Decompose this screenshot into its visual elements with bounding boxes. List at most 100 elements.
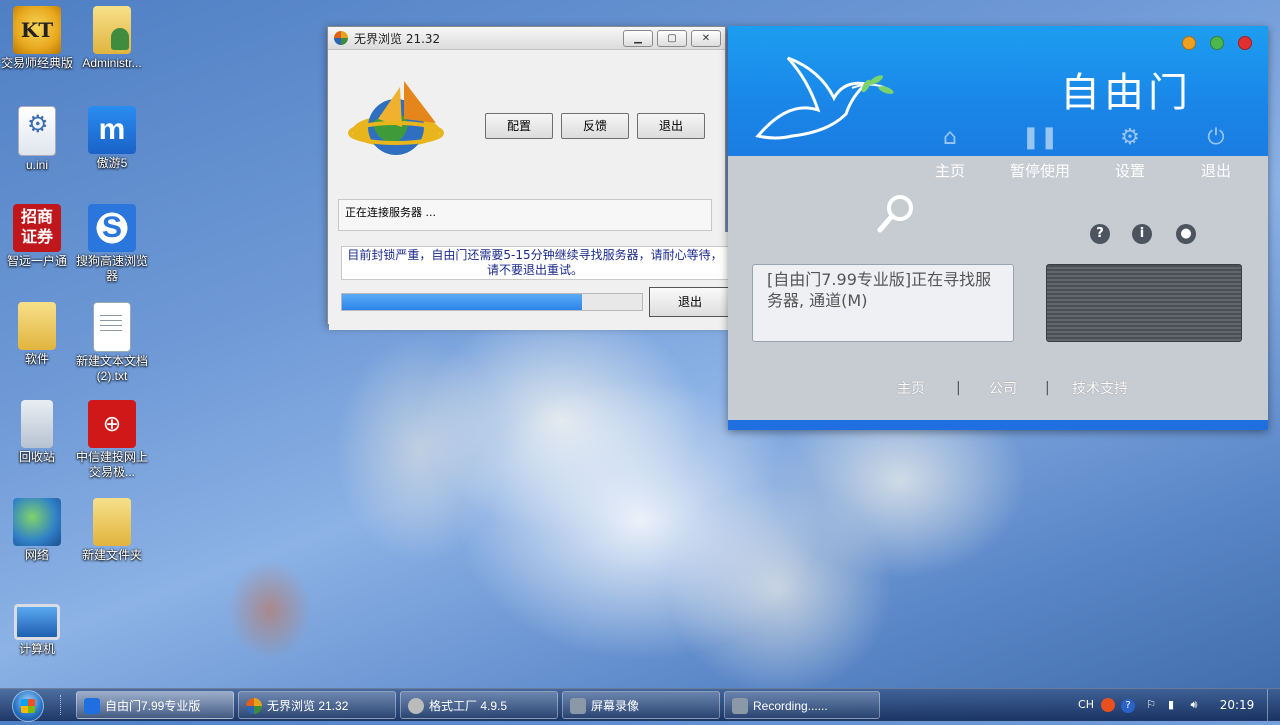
desktop-icon-administrator[interactable]: Administr... bbox=[76, 6, 148, 71]
ultrasurf-task-icon bbox=[246, 698, 262, 714]
desktop-icon-text-file[interactable]: 新建文本文档 (2).txt bbox=[76, 302, 148, 384]
feedback-button[interactable]: 反馈 bbox=[561, 113, 629, 139]
desktop-icon-network[interactable]: 网络 bbox=[1, 498, 73, 563]
desktop-icon-label: u.ini bbox=[25, 158, 48, 172]
task-screen-recorder[interactable]: 屏幕录像 bbox=[562, 691, 720, 719]
freegate-header[interactable]: 自由门 ⌂ ❚❚ ⚙ ⏻ bbox=[728, 26, 1268, 156]
nav-exit[interactable]: ⏻ bbox=[1176, 124, 1256, 152]
settings-file-icon bbox=[18, 106, 56, 156]
ultrasurf-app-icon bbox=[334, 31, 348, 45]
desktop-icon-label: 计算机 bbox=[18, 642, 55, 656]
maximize-button[interactable]: ▢ bbox=[657, 30, 687, 47]
folder-icon bbox=[18, 302, 56, 350]
task-label: 自由门7.99专业版 bbox=[105, 699, 201, 713]
desktop-icon-label: Administr... bbox=[82, 56, 142, 70]
help-tray-icon[interactable]: ? bbox=[1120, 689, 1136, 721]
recycle-bin-icon bbox=[21, 400, 53, 448]
desktop-icon-label: 中信建投网上交易极... bbox=[76, 450, 149, 479]
desktop-icon-label: 新建文件夹 bbox=[81, 548, 142, 562]
desktop-icon-label: 回收站 bbox=[18, 450, 55, 464]
ultrasurf-logo bbox=[348, 81, 444, 155]
cms-securities-icon: 招商 证券 bbox=[13, 204, 61, 252]
desktop-icon-computer[interactable]: 计算机 bbox=[1, 596, 73, 657]
status-message: [自由门7.99专业版]正在寻找服务器, 通道(M) bbox=[752, 264, 1014, 342]
desktop-icon-maxthon[interactable]: m 傲游5 bbox=[76, 106, 148, 171]
sogou-browser-icon: S bbox=[88, 204, 136, 252]
desktop-icon-new-folder[interactable]: 新建文件夹 bbox=[76, 498, 148, 563]
desktop-icon-cms[interactable]: 招商 证券 智远一户通 bbox=[1, 204, 73, 269]
footer-separator: | bbox=[956, 380, 961, 396]
start-button[interactable] bbox=[8, 689, 48, 722]
nav-settings-label[interactable]: 设置 bbox=[1090, 160, 1170, 181]
desktop-icon-label: 智远一户通 bbox=[6, 254, 67, 268]
freegate-title: 自由门 bbox=[1060, 70, 1192, 116]
minimize-dot-button[interactable] bbox=[1182, 36, 1196, 50]
task-freegate[interactable]: 自由门7.99专业版 bbox=[76, 691, 234, 719]
notice-panel: 目前封锁严重，自由门还需要5-15分钟继续寻找服务器，请耐心等待，请不要退出重试… bbox=[329, 232, 744, 330]
citic-icon: ⊕ bbox=[88, 400, 136, 448]
clock[interactable]: 20:19 bbox=[1212, 689, 1262, 721]
task-recording[interactable]: Recording...... bbox=[724, 691, 880, 719]
footer-company-link[interactable]: 公司 bbox=[989, 378, 1017, 398]
desktop-icon-label: 网络 bbox=[24, 548, 49, 562]
connection-status: 正在连接服务器 ... bbox=[338, 199, 712, 231]
task-ultrasurf[interactable]: 无界浏览 21.32 bbox=[238, 691, 396, 719]
nav-home-label[interactable]: 主页 bbox=[910, 160, 990, 181]
nav-home[interactable]: ⌂ bbox=[910, 124, 990, 152]
desktop-icon-recycle-bin[interactable]: 回收站 bbox=[1, 400, 73, 465]
task-format-factory[interactable]: 格式工厂 4.9.5 bbox=[400, 691, 558, 719]
progress-fill bbox=[342, 294, 582, 310]
volume-icon[interactable]: 🔊︎ bbox=[1186, 689, 1202, 721]
quit-button[interactable]: 退出 bbox=[637, 113, 705, 139]
restore-dot-button[interactable] bbox=[1210, 36, 1224, 50]
config-button[interactable]: 配置 bbox=[485, 113, 553, 139]
screen-recorder-task-icon bbox=[570, 698, 586, 714]
desktop-icon-label: 交易师经典版 bbox=[1, 56, 74, 70]
task-label: 格式工厂 4.9.5 bbox=[429, 699, 508, 713]
freegate-window: 自由门 ⌂ ❚❚ ⚙ ⏻ 主页 暂停使用 设置 退出 ? i ● [自由门7.9… bbox=[728, 26, 1268, 430]
footer-separator: | bbox=[1045, 380, 1050, 396]
task-label: Recording...... bbox=[753, 699, 828, 713]
desktop-icon-kt-trader[interactable]: KT 交易师经典版 bbox=[1, 6, 73, 71]
recording-task-icon bbox=[732, 698, 748, 714]
task-label: 屏幕录像 bbox=[591, 699, 640, 713]
nav-pause-label[interactable]: 暂停使用 bbox=[1000, 160, 1080, 181]
nav-exit-label[interactable]: 退出 bbox=[1176, 160, 1256, 181]
show-desktop-button[interactable] bbox=[1267, 689, 1280, 721]
help-icon[interactable]: ? bbox=[1090, 224, 1110, 244]
taskbar: 自由门7.99专业版 无界浏览 21.32 格式工厂 4.9.5 屏幕录像 Re… bbox=[0, 688, 1280, 722]
sogou-ime-icon[interactable] bbox=[1100, 689, 1116, 721]
nav-pause[interactable]: ❚❚ bbox=[1000, 124, 1080, 152]
network-icon bbox=[13, 498, 61, 546]
task-label: 无界浏览 21.32 bbox=[267, 699, 349, 713]
desktop-icon-label: 软件 bbox=[24, 352, 49, 366]
info-icon[interactable]: i bbox=[1132, 224, 1152, 244]
desktop-icon-sogou[interactable]: S 搜狗高速浏览器 bbox=[76, 204, 148, 284]
quit-connection-button[interactable]: 退出 bbox=[649, 287, 731, 317]
ultrasurf-titlebar[interactable]: 无界浏览 21.32 ▁ ▢ ✕ bbox=[328, 27, 725, 50]
kt-app-icon: KT bbox=[13, 6, 61, 54]
dove-logo bbox=[755, 56, 894, 140]
status-screen bbox=[1046, 264, 1242, 342]
nav-label-row: 主页 暂停使用 设置 退出 bbox=[728, 156, 1268, 186]
desktop-icon-u-ini[interactable]: u.ini bbox=[1, 106, 73, 173]
network-tray-icon[interactable]: ▮ bbox=[1164, 689, 1178, 721]
desktop-icon-software-folder[interactable]: 软件 bbox=[1, 302, 73, 367]
user-folder-icon bbox=[93, 6, 131, 54]
text-file-icon bbox=[93, 302, 131, 352]
desktop-icon-citic[interactable]: ⊕ 中信建投网上交易极... bbox=[76, 400, 148, 480]
nav-settings[interactable]: ⚙ bbox=[1090, 124, 1170, 152]
flag-tray-icon[interactable]: ⚐ bbox=[1144, 689, 1158, 721]
footer-support-link[interactable]: 技术支持 bbox=[1072, 378, 1128, 398]
chat-icon[interactable]: ● bbox=[1176, 224, 1196, 244]
exit-icon: ⏻ bbox=[1207, 125, 1225, 150]
footer-home-link[interactable]: 主页 bbox=[897, 378, 925, 398]
maxthon-icon: m bbox=[88, 106, 136, 154]
minimize-button[interactable]: ▁ bbox=[623, 30, 653, 47]
freegate-task-icon bbox=[84, 698, 100, 714]
close-button[interactable]: ✕ bbox=[691, 30, 721, 47]
close-dot-button[interactable] bbox=[1238, 36, 1252, 50]
search-icon[interactable] bbox=[874, 192, 918, 236]
input-language-indicator[interactable]: CH bbox=[1076, 689, 1096, 721]
computer-icon bbox=[14, 604, 60, 640]
